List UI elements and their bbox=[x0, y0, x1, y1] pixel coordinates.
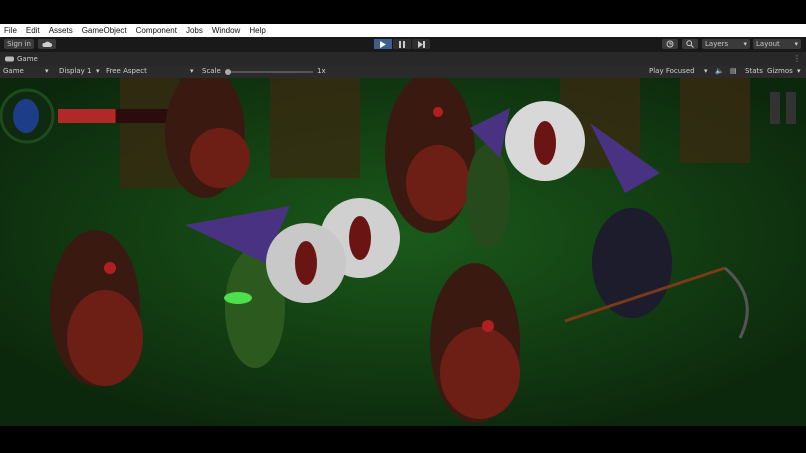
tab-game-label: Game bbox=[17, 55, 38, 63]
menu-edit[interactable]: Edit bbox=[26, 26, 40, 35]
aspect-label: Free Aspect bbox=[106, 67, 147, 75]
chevron-down-icon: ▾ bbox=[45, 67, 49, 75]
scale-label: Scale bbox=[202, 67, 221, 75]
tab-game[interactable]: Game bbox=[5, 55, 38, 63]
pause-icon bbox=[399, 40, 405, 48]
main-toolbar: Sign in Layers ▾ Layout ▾ bbox=[0, 37, 806, 52]
ogre-enemy bbox=[430, 263, 520, 423]
menu-file[interactable]: File bbox=[4, 26, 17, 35]
chevron-down-icon: ▾ bbox=[794, 40, 798, 48]
search-button[interactable] bbox=[682, 39, 698, 49]
layers-dropdown[interactable]: Layers ▾ bbox=[702, 39, 750, 49]
view-dropdown[interactable]: Game ▾ bbox=[3, 67, 51, 75]
health-bar-fill bbox=[58, 109, 116, 123]
play-controls bbox=[374, 39, 431, 49]
menu-component[interactable]: Component bbox=[136, 26, 177, 35]
bottom-border bbox=[0, 426, 806, 453]
player-portrait bbox=[0, 88, 55, 144]
menu-window[interactable]: Window bbox=[212, 26, 240, 35]
scale-value: 1x bbox=[317, 67, 326, 75]
history-button[interactable] bbox=[662, 39, 678, 49]
aspect-dropdown[interactable]: Free Aspect ▾ bbox=[106, 67, 197, 75]
chevron-down-icon: ▾ bbox=[96, 67, 100, 75]
layout-dropdown[interactable]: Layout ▾ bbox=[753, 39, 801, 49]
speaker-icon[interactable]: 🔈 bbox=[715, 67, 724, 75]
display-label: Display 1 bbox=[59, 67, 92, 75]
game-options-bar: Game ▾ Display 1 ▾ Free Aspect ▾ Scale 1… bbox=[0, 66, 806, 78]
history-icon bbox=[666, 40, 674, 48]
play-mode-dropdown[interactable]: Play Focused ▾ bbox=[649, 67, 711, 75]
chevron-down-icon: ▾ bbox=[190, 67, 194, 75]
play-button[interactable] bbox=[374, 39, 392, 49]
gizmos-dropdown[interactable]: Gizmos ▾ bbox=[767, 67, 805, 75]
more-options-icon[interactable]: ⋮ bbox=[793, 54, 801, 63]
stats-button[interactable]: Stats bbox=[745, 67, 763, 75]
eyeball-enemy bbox=[505, 101, 585, 181]
play-mode-label: Play Focused bbox=[649, 67, 695, 75]
menu-assets[interactable]: Assets bbox=[49, 26, 73, 35]
game-viewport[interactable] bbox=[0, 78, 806, 426]
goblin-character bbox=[466, 144, 510, 248]
view-label: Game bbox=[3, 67, 24, 75]
scale-slider-handle[interactable] bbox=[225, 69, 231, 75]
game-scene bbox=[0, 78, 806, 426]
gizmos-label: Gizmos bbox=[767, 67, 793, 75]
tab-bar: Game ⋮ bbox=[0, 52, 806, 66]
display-dropdown[interactable]: Display 1 ▾ bbox=[59, 67, 103, 75]
menu-gameobject[interactable]: GameObject bbox=[82, 26, 127, 35]
step-icon bbox=[417, 40, 425, 48]
menu-jobs[interactable]: Jobs bbox=[186, 26, 203, 35]
keyboard-icon[interactable]: ▤ bbox=[730, 67, 737, 75]
sign-in-button[interactable]: Sign in bbox=[4, 39, 34, 49]
sign-in-label: Sign in bbox=[7, 40, 31, 48]
chevron-down-icon: ▾ bbox=[704, 67, 708, 75]
chevron-down-icon: ▾ bbox=[743, 40, 747, 48]
gamepad-icon bbox=[5, 56, 14, 62]
scale-slider[interactable] bbox=[225, 69, 313, 75]
layout-label: Layout bbox=[756, 40, 780, 48]
menu-bar: File Edit Assets GameObject Component Jo… bbox=[0, 24, 806, 37]
cloud-button[interactable] bbox=[38, 39, 56, 49]
ogre-enemy bbox=[385, 78, 475, 233]
cloud-icon bbox=[42, 41, 52, 47]
eyeball-enemy bbox=[266, 223, 346, 303]
chevron-down-icon: ▾ bbox=[797, 67, 801, 75]
menu-help[interactable]: Help bbox=[249, 26, 265, 35]
layers-label: Layers bbox=[705, 40, 729, 48]
pause-button[interactable] bbox=[393, 39, 411, 49]
play-icon bbox=[380, 40, 386, 48]
step-button[interactable] bbox=[412, 39, 430, 49]
ogre-enemy bbox=[165, 78, 250, 198]
search-icon bbox=[686, 40, 694, 48]
